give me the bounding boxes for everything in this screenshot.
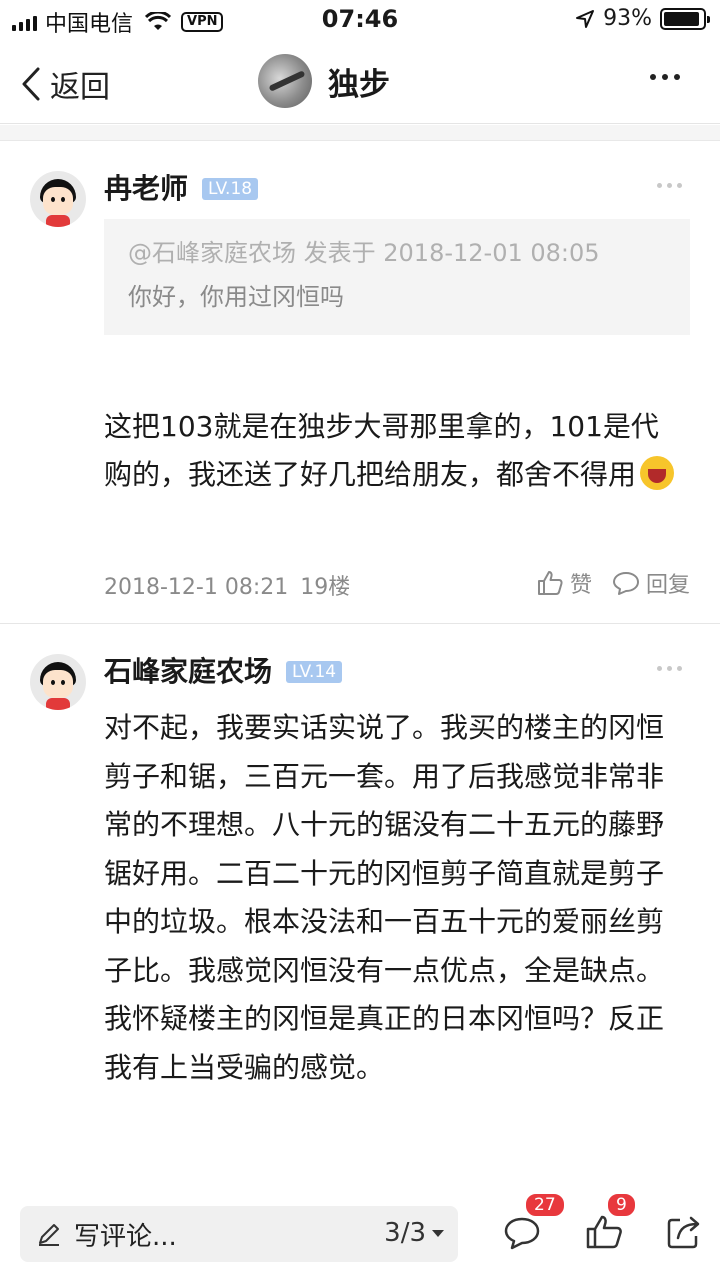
laughing-emoji-icon <box>640 456 675 490</box>
back-button[interactable]: 返回 <box>20 62 110 106</box>
comment-text: 这把103就是在独步大哥那里拿的，101是代购的，我还送了好几把给朋友，都舍不得… <box>104 410 659 491</box>
page-selector[interactable]: 3/3 <box>384 1218 444 1248</box>
comment-body: 对不起，我要实话实说了。我买的楼主的冈恒剪子和锯，三百元一套。用了后我感觉非常非… <box>104 704 684 1092</box>
back-label: 返回 <box>50 70 110 105</box>
comment-item: 冉老师 LV.18 @石峰家庭农场 发表于 2018-12-01 08:05 你好… <box>0 141 720 623</box>
quoted-reply: @石峰家庭农场 发表于 2018-12-01 08:05 你好，你用过冈恒吗 <box>104 219 690 335</box>
author-name: 石峰家庭农场 <box>104 655 273 688</box>
comment-item: 石峰家庭农场 LV.14 对不起，我要实话实说了。我买的楼主的冈恒剪子和锯，三百元… <box>0 624 720 1184</box>
speech-bubble-icon <box>612 572 639 595</box>
reply-button[interactable]: 回复 <box>612 567 690 599</box>
author-avatar[interactable] <box>258 54 312 108</box>
comment-author[interactable]: 石峰家庭农场 LV.14 <box>104 650 343 690</box>
page-title: 独步 <box>328 66 390 103</box>
comment-meta: 2018-12-1 08:21 19楼 <box>104 569 350 601</box>
quote-text: 你好，你用过冈恒吗 <box>128 283 344 311</box>
comment-composer[interactable]: 写评论... 3/3 <box>20 1206 458 1262</box>
navigation-bar: 返回 独步 <box>0 40 720 124</box>
comment-time: 2018-12-1 08:21 <box>104 575 289 600</box>
location-arrow-icon <box>576 9 595 28</box>
floor-number: 19楼 <box>300 575 351 600</box>
battery-icon <box>660 7 710 30</box>
composer-placeholder: 写评论... <box>74 1221 177 1252</box>
share-icon <box>667 1216 700 1249</box>
quote-header: @石峰家庭农场 发表于 2018-12-01 08:05 <box>128 239 600 267</box>
bottom-bar: 写评论... 3/3 27 9 <box>0 1190 720 1280</box>
pencil-icon <box>39 1224 59 1246</box>
caret-down-icon <box>432 1229 444 1237</box>
reply-label: 回复 <box>645 573 690 598</box>
user-avatar[interactable] <box>30 654 86 710</box>
author-name: 冉老师 <box>104 172 189 205</box>
battery-percent: 93% <box>603 6 652 31</box>
section-divider <box>0 125 720 141</box>
comment-count-badge: 27 <box>524 1192 566 1218</box>
like-count-badge: 9 <box>606 1192 637 1218</box>
user-avatar[interactable] <box>30 171 86 227</box>
comment-more-button[interactable] <box>657 666 682 671</box>
speech-bubble-icon <box>504 1217 540 1250</box>
like-post-button[interactable]: 9 <box>584 1192 637 1256</box>
comment-author[interactable]: 冉老师 LV.18 <box>104 167 259 207</box>
comment-body: 这把103就是在独步大哥那里拿的，101是代购的，我还送了好几把给朋友，都舍不得… <box>104 403 684 499</box>
comment-more-button[interactable] <box>657 183 682 188</box>
like-label: 赞 <box>569 573 592 598</box>
status-bar: 中国电信 VPN 07:46 93% <box>0 0 720 40</box>
thumbs-up-icon <box>586 1215 622 1249</box>
level-badge: LV.14 <box>286 661 343 683</box>
more-options-button[interactable] <box>650 74 680 80</box>
like-button[interactable]: 赞 <box>536 567 592 599</box>
author-header[interactable]: 独步 <box>258 54 390 108</box>
page-indicator: 3/3 <box>384 1218 426 1248</box>
share-button[interactable] <box>664 1212 704 1256</box>
level-badge: LV.18 <box>202 178 259 200</box>
comment-actions: 赞 回复 <box>516 567 690 599</box>
thumbs-up-icon <box>537 571 563 595</box>
chevron-left-icon <box>22 67 40 101</box>
comment-text: 对不起，我要实话实说了。我买的楼主的冈恒剪子和锯，三百元一套。用了后我感觉非常非… <box>104 711 665 1084</box>
comments-button[interactable]: 27 <box>502 1192 566 1256</box>
